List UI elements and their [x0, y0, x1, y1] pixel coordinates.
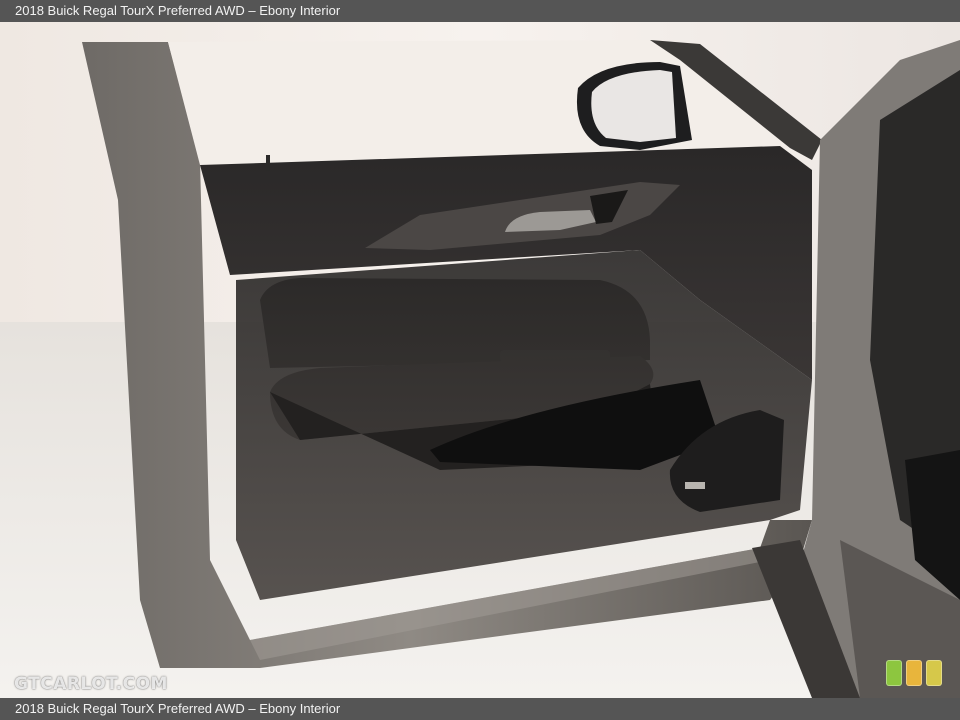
speaker-logo	[685, 482, 705, 489]
car-interior-photo	[0, 22, 960, 698]
lock-pin	[266, 155, 270, 171]
photo-caption-top: 2018 Buick Regal TourX Preferred AWD – E…	[0, 0, 960, 22]
rating-badge-green	[886, 660, 902, 686]
watermark-logo: GTCARLOT.COM	[14, 674, 168, 694]
rating-badge-orange	[906, 660, 922, 686]
photo-caption-bottom: 2018 Buick Regal TourX Preferred AWD – E…	[0, 698, 960, 720]
rating-badge-yellow	[926, 660, 942, 686]
